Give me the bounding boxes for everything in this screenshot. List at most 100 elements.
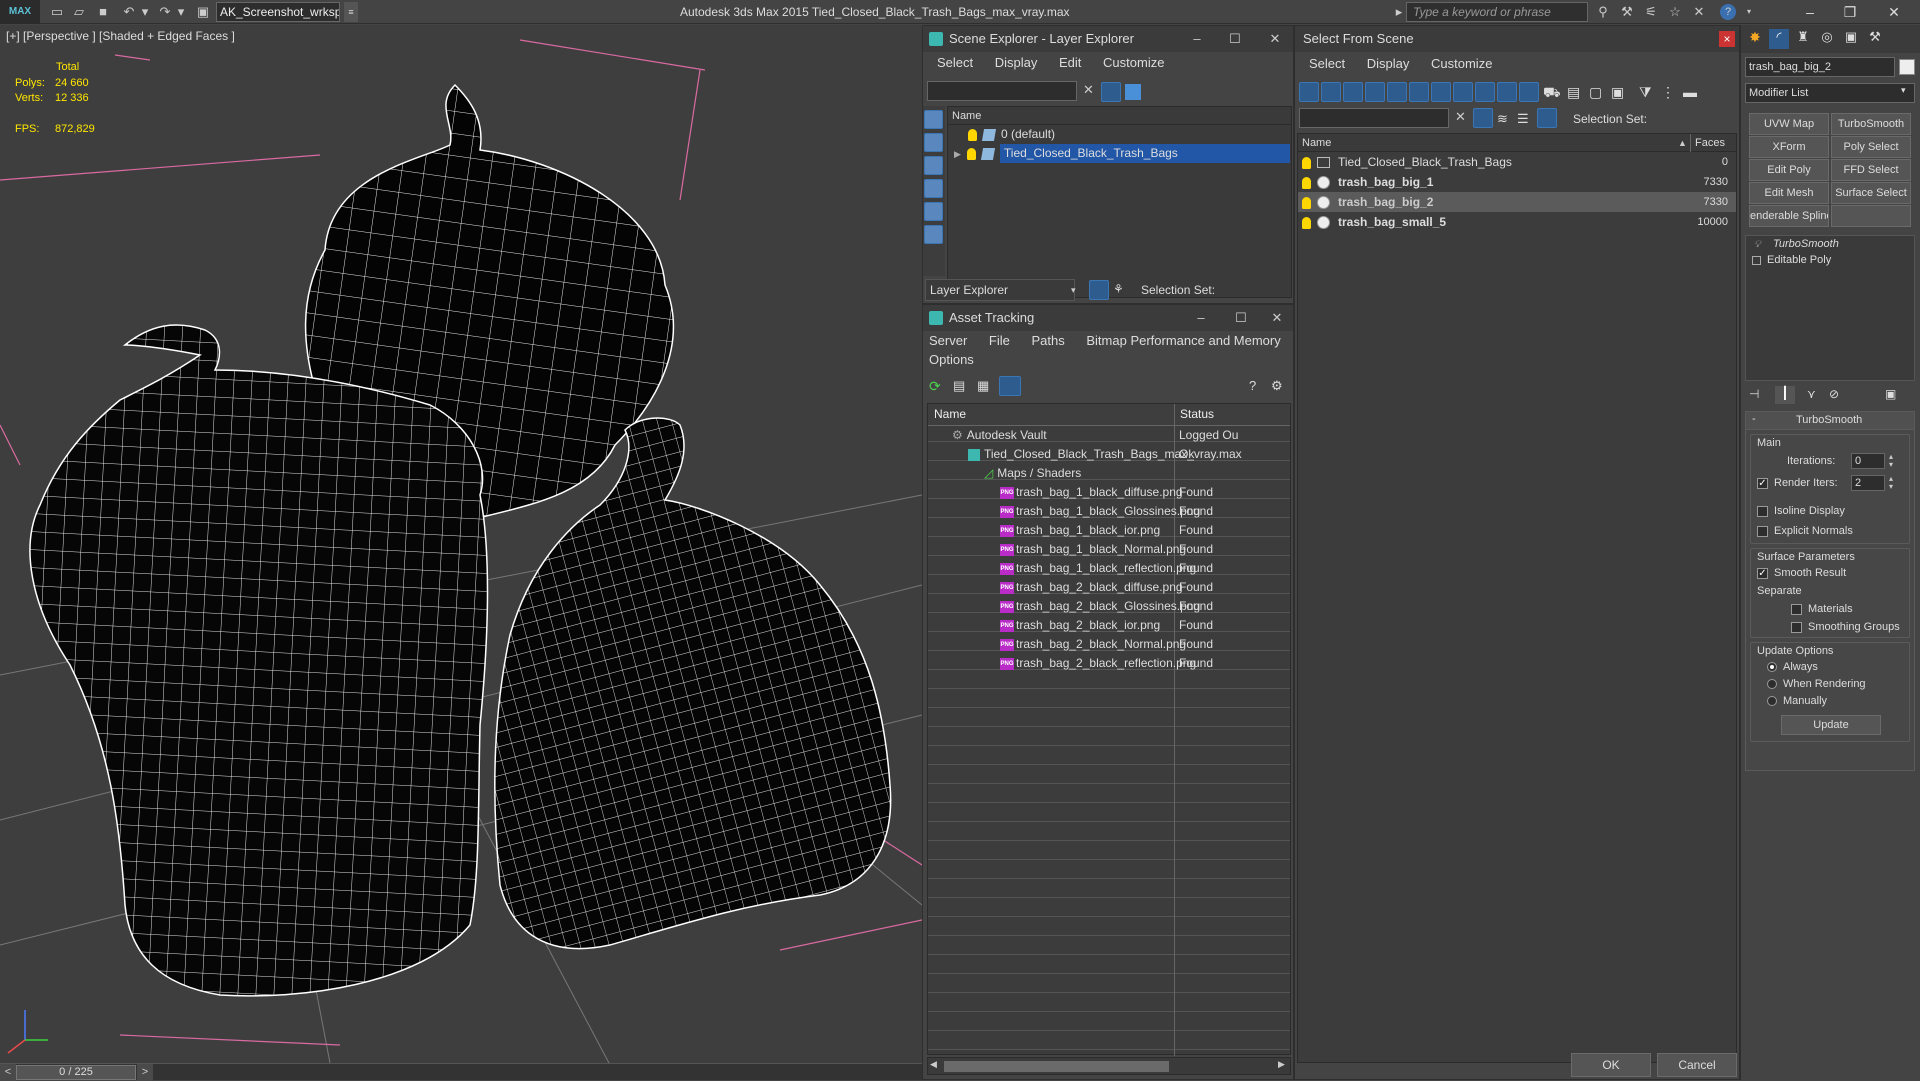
col-name-header[interactable]: Name [934,407,966,421]
bulb-icon[interactable] [1302,156,1311,169]
poly-select-button[interactable]: Poly Select [1831,136,1911,158]
workspace-menu-icon[interactable]: ≡ [344,2,358,22]
spinner-arrows-icon[interactable]: ▴ ▾ [1889,475,1893,491]
display-all-icon[interactable]: ▤ [1567,84,1580,101]
app-logo[interactable]: MAX [0,0,40,24]
tools-icon[interactable]: ✕ [1690,3,1708,21]
hierarchy-tab-icon[interactable]: ♜ [1793,29,1813,49]
close-icon[interactable]: × [1719,31,1735,47]
maximize-icon[interactable]: ☐ [1223,305,1259,331]
menu-options[interactable]: Options [929,352,974,367]
filter-bones-icon[interactable] [1475,82,1495,102]
col-name-header[interactable]: Name [1302,137,1331,149]
asset-row[interactable]: Tied_Closed_Black_Trash_Bags_max_vray.ma… [928,445,1290,464]
clear-search-icon[interactable]: ✕ [1083,82,1094,98]
menu-edit[interactable]: Edit [1059,55,1081,70]
binoculars-icon[interactable]: ⚲ [1594,3,1612,21]
isoline-checkbox[interactable] [1757,505,1768,517]
asset-tracking-titlebar[interactable]: Asset Tracking – ☐ ✕ [923,305,1293,331]
edit-poly-button[interactable]: Edit Poly [1749,159,1829,181]
bulb-icon[interactable] [1302,176,1311,189]
asset-row[interactable]: PNG trash_bag_2_black_reflection.png Found [928,654,1290,673]
layers-options-icon[interactable] [1125,84,1141,100]
filter-helpers-icon[interactable] [1387,82,1407,102]
object-row[interactable]: Tied_Closed_Black_Trash_Bags 0 [1298,152,1736,172]
filter-shapes-icon[interactable] [1321,82,1341,102]
filter-xrefs-icon[interactable] [1453,82,1473,102]
smoothing-groups-checkbox[interactable] [1791,621,1802,633]
asset-row[interactable]: ⚙ Autodesk Vault Logged Ou [928,426,1290,445]
horizontal-scrollbar[interactable]: ◀ ▶ [927,1057,1291,1075]
invert-display-icon[interactable]: ▣ [1611,84,1624,101]
close-icon[interactable]: ✕ [1874,0,1914,24]
minimize-icon[interactable]: – [1179,26,1215,52]
sort-by-layer-icon[interactable] [1089,280,1109,300]
modify-tab-icon[interactable]: ◜ [1769,29,1789,49]
asset-row[interactable]: PNG trash_bag_1_black_ior.png Found [928,521,1290,540]
display-all-icon[interactable] [924,133,943,152]
refresh-icon[interactable]: ⟳ [929,378,941,395]
when-rendering-radio[interactable] [1767,679,1777,690]
smooth-result-row[interactable]: ✓ Smooth Result [1757,567,1846,579]
sort-by-layer-icon[interactable]: ☰ [1517,111,1529,127]
settings-icon[interactable]: ⚙ [1271,378,1283,394]
menu-file[interactable]: File [989,333,1010,348]
materials-row[interactable]: Materials [1791,603,1853,615]
update-button[interactable]: Update [1781,715,1881,735]
render-iters-spinner[interactable]: 2 [1851,475,1885,491]
remove-modifier-icon[interactable]: ⊘ [1829,387,1839,401]
display-tab-icon[interactable]: ▣ [1841,29,1861,49]
asset-row[interactable]: PNG trash_bag_2_black_ior.png Found [928,616,1290,635]
manually-radio[interactable] [1767,696,1777,707]
undo-dropdown-icon[interactable]: ▾ [136,3,154,21]
scene-explorer-titlebar[interactable]: Scene Explorer - Layer Explorer – ☐ ✕ [923,26,1293,52]
help-icon[interactable]: ? [1720,4,1736,20]
workspace-dropdown[interactable]: AK_Screenshot_wrksp [216,2,340,22]
menu-display[interactable]: Display [1367,56,1410,71]
scene-search-input[interactable] [927,81,1077,101]
isoline-display-row[interactable]: Isoline Display [1757,505,1845,517]
clear-search-icon[interactable]: ✕ [1455,109,1466,125]
make-unique-icon[interactable]: ⋎ [1807,387,1816,401]
always-radio[interactable] [1767,662,1777,673]
turbosmooth-button[interactable]: TurboSmooth [1831,113,1911,135]
thumbnail-view-icon[interactable]: ▦ [977,378,989,394]
asset-row[interactable]: PNG trash_bag_2_black_diffuse.png Found [928,578,1290,597]
filter-cameras-icon[interactable] [1365,82,1385,102]
layer-name-column-header[interactable]: Name [948,107,1291,125]
asset-row[interactable]: PNG trash_bag_1_black_Glossines.png Found [928,502,1290,521]
minimize-icon[interactable]: – [1183,305,1219,331]
expand-arrow-icon[interactable]: ▶ [954,149,961,159]
edit-mesh-button[interactable]: Edit Mesh [1749,182,1829,204]
display-none-icon[interactable] [924,110,943,129]
perspective-viewport[interactable]: [+] [Perspective ] [Shaded + Edged Faces… [0,25,922,1063]
bulb-icon[interactable] [1302,196,1311,209]
asset-row[interactable]: ◿ Maps / Shaders [928,464,1290,483]
bulb-icon[interactable] [966,147,976,160]
object-row[interactable]: trash_bag_small_5 10000 [1298,212,1736,232]
asset-row[interactable]: PNG trash_bag_2_black_Normal.png Found [928,635,1290,654]
explicit-normals-row[interactable]: Explicit Normals [1757,525,1853,537]
scroll-thumb[interactable] [944,1061,1169,1072]
display-none-icon[interactable]: ▢ [1589,84,1602,101]
stack-item-turbosmooth[interactable]: 💡︎ TurboSmooth [1746,236,1914,252]
col-faces-header[interactable]: Faces [1695,134,1725,152]
filter-hidden-icon[interactable]: ⛟ [1543,84,1561,103]
pin-stack-icon[interactable]: ⊣ [1749,387,1759,401]
materials-checkbox[interactable] [1791,603,1802,615]
renderable-spline-button[interactable]: enderable Spline [1749,205,1829,227]
explorer-type-dropdown[interactable]: Layer Explorer [925,279,1075,301]
create-tab-icon[interactable]: ✸ [1745,29,1765,49]
menu-display[interactable]: Display [995,55,1038,70]
smoothing-groups-row[interactable]: Smoothing Groups [1791,621,1900,633]
viewport-label[interactable]: [+] [Perspective ] [Shaded + Edged Faces… [6,29,235,43]
utilities-tab-icon[interactable]: ⚒ [1865,29,1885,49]
filter-groups-icon[interactable] [1431,82,1451,102]
save-icon[interactable]: ■ [94,3,112,21]
scroll-left-icon[interactable]: ◀ [930,1059,937,1070]
table-view-icon[interactable] [999,376,1021,396]
cancel-button[interactable]: Cancel [1657,1053,1737,1077]
collapse-icon[interactable]: - [1752,413,1756,425]
show-end-result-icon[interactable]: ┃ [1775,386,1795,404]
restore-icon[interactable]: ❐ [1830,0,1870,24]
